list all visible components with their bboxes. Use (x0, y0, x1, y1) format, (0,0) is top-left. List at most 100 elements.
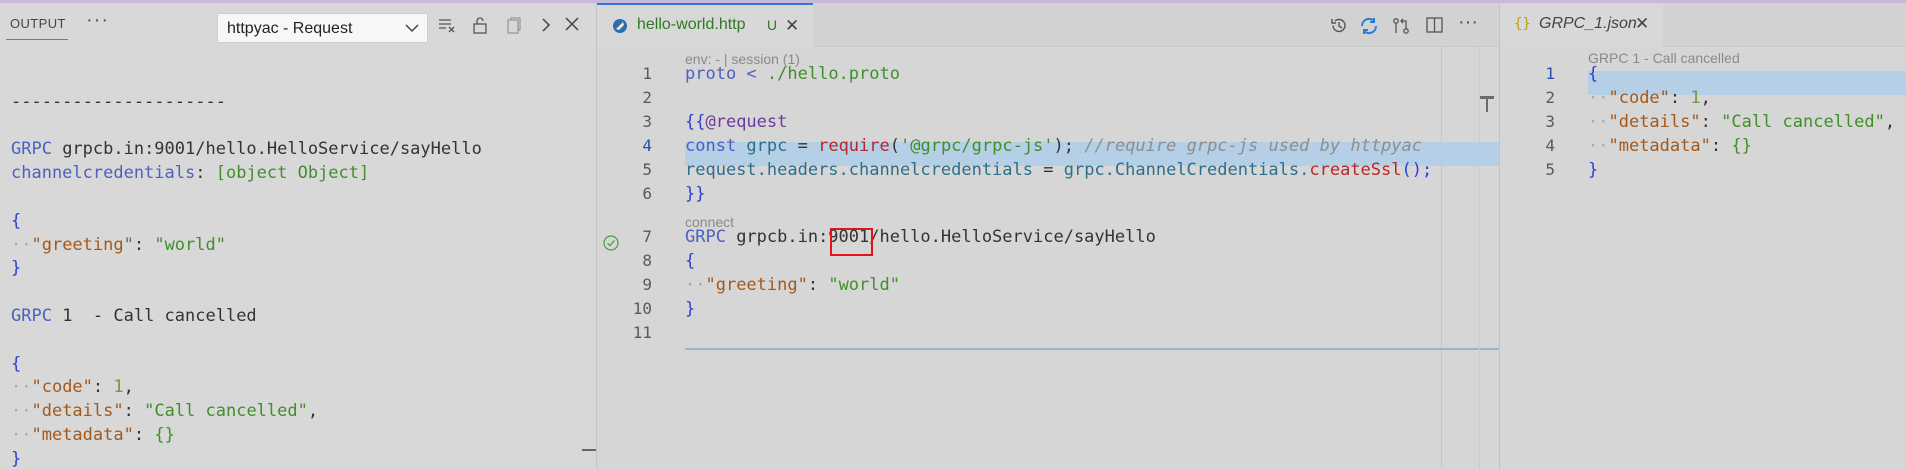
code-token: "details" (31, 401, 124, 422)
code-token: ·· (11, 401, 32, 422)
more-actions-icon[interactable]: ··· (86, 9, 109, 32)
codelens-response-status[interactable]: GRPC 1 - Call cancelled (1588, 50, 1740, 66)
line-number: 4 (642, 136, 652, 155)
code-token: grpc (1063, 160, 1105, 180)
compare-changes-icon[interactable] (1392, 17, 1410, 35)
code-line[interactable]: request.headers.channelcredentials = grp… (685, 158, 1432, 182)
output-line: GRPC 1 - Call cancelled (11, 305, 482, 329)
code-line[interactable]: } (1588, 158, 1598, 182)
code-token: ·· (1588, 112, 1609, 132)
code-line[interactable]: ··"code": 1, (1588, 86, 1711, 110)
close-icon[interactable]: ✕ (1635, 14, 1649, 34)
output-channel-value: httpyac - Request (227, 20, 353, 37)
close-icon[interactable]: ✕ (785, 16, 799, 36)
code-token: { (685, 251, 696, 271)
ruler-guide (1441, 47, 1442, 469)
tab-output-underline (6, 39, 68, 40)
output-line: ··"details": "Call cancelled", (11, 400, 482, 424)
clear-output-icon[interactable] (438, 17, 456, 33)
code-line[interactable]: } (685, 297, 695, 321)
line-number: 1 (642, 64, 652, 83)
line-number: 2 (1545, 88, 1555, 107)
code-token: { (11, 210, 22, 231)
code-token: , (123, 377, 134, 398)
lock-scroll-icon[interactable] (472, 17, 488, 34)
history-icon[interactable] (1330, 17, 1348, 34)
code-token: ( (889, 136, 900, 156)
code-token: ·· (1588, 136, 1609, 156)
code-token: "details" (1608, 112, 1701, 132)
editor-code-area[interactable]: env: - | session (1) connect 1 proto < ./… (597, 47, 1499, 469)
output-scrollbar-thumb[interactable] (582, 449, 596, 451)
chevron-down-icon (405, 24, 419, 33)
code-token: proto (685, 64, 737, 84)
line-number: 6 (642, 184, 652, 203)
code-token: "greeting" (705, 275, 808, 295)
tab-grpc-1-json[interactable]: {} GRPC_1.json ✕ (1500, 3, 1663, 47)
code-token: "code" (31, 377, 93, 398)
copy-icon[interactable] (505, 17, 521, 34)
line-number: 10 (632, 299, 652, 318)
code-token: createSsl (1309, 160, 1402, 180)
code-token: : (1700, 112, 1722, 132)
tab-hello-world-http[interactable]: hello-world.http U ✕ (597, 3, 813, 47)
code-token: } (1588, 160, 1599, 180)
code-line[interactable]: {{@request (685, 110, 787, 134)
code-token: "Call cancelled" (1721, 112, 1885, 132)
code-line[interactable]: const grpc = require('@grpc/grpc-js'); /… (685, 134, 1422, 158)
split-editor-icon[interactable] (1426, 17, 1443, 33)
code-token: require (818, 136, 890, 156)
sync-icon[interactable] (1359, 17, 1379, 35)
output-panel: OUTPUT ··· httpyac - Request -----------… (0, 3, 596, 469)
code-token: } (11, 448, 22, 469)
code-token: "Call cancelled" (144, 401, 308, 422)
code-token: { (11, 353, 22, 374)
code-line[interactable]: ··"greeting": "world" (685, 273, 900, 297)
code-token: GRPC (11, 305, 52, 326)
code-token: GRPC (11, 139, 52, 160)
tab-output[interactable]: OUTPUT (10, 16, 66, 31)
check-circle-icon (603, 235, 619, 251)
code-line[interactable]: GRPC grpcb.in:9001/hello.HelloService/sa… (685, 225, 1156, 249)
response-editor-group: {} GRPC_1.json ✕ GRPC 1 - Call cancelled… (1499, 3, 1906, 469)
code-line[interactable]: ··"details": "Call cancelled", (1588, 110, 1895, 134)
code-token: { (1588, 64, 1599, 84)
code-token: }} (685, 184, 706, 204)
output-line: { (11, 210, 482, 234)
line-number: 1 (1545, 64, 1555, 83)
code-token: 1 (113, 377, 124, 398)
overview-ruler-mark (1486, 96, 1488, 112)
code-token: grpcb.in:9001/hello.HelloService/sayHell… (51, 139, 482, 160)
code-line[interactable]: ··"metadata": {} (1588, 134, 1752, 158)
code-token: ./hello.proto (766, 64, 900, 84)
output-line: channelcredentials: [object Object] (11, 162, 482, 186)
output-line: } (11, 257, 482, 281)
code-token: ·· (11, 377, 32, 398)
code-token: //require grpc-js used by httpyac (1074, 136, 1423, 156)
code-line[interactable]: }} (685, 182, 705, 206)
code-token: : (92, 377, 114, 398)
code-token: "world" (828, 275, 900, 295)
code-token: = (797, 136, 819, 156)
output-line: ··"code": 1, (11, 376, 482, 400)
code-token: "metadata" (1608, 136, 1711, 156)
output-scrollbar[interactable] (582, 47, 596, 469)
response-code-area[interactable]: GRPC 1 - Call cancelled 1 {2 ··"code": 1, 3… (1500, 47, 1906, 469)
code-line[interactable]: { (685, 249, 695, 273)
code-token: ·· (685, 275, 706, 295)
code-token: channelcredentials (11, 163, 196, 184)
output-channel-select[interactable]: httpyac - Request (217, 13, 428, 43)
response-tab-bar: {} GRPC_1.json ✕ (1500, 3, 1906, 47)
code-token: grpc (736, 136, 798, 156)
maximize-panel-icon[interactable] (541, 17, 551, 33)
code-token: ·· (11, 424, 32, 445)
json-file-icon: {} (1514, 16, 1531, 32)
minimap-separator (1479, 47, 1480, 469)
line-number: 8 (642, 251, 652, 270)
line-number: 3 (1545, 112, 1555, 131)
code-line[interactable]: proto < ./hello.proto (685, 62, 900, 86)
close-panel-icon[interactable] (565, 17, 579, 31)
more-actions-icon[interactable]: ··· (1458, 11, 1478, 34)
code-line[interactable]: { (1588, 62, 1598, 86)
